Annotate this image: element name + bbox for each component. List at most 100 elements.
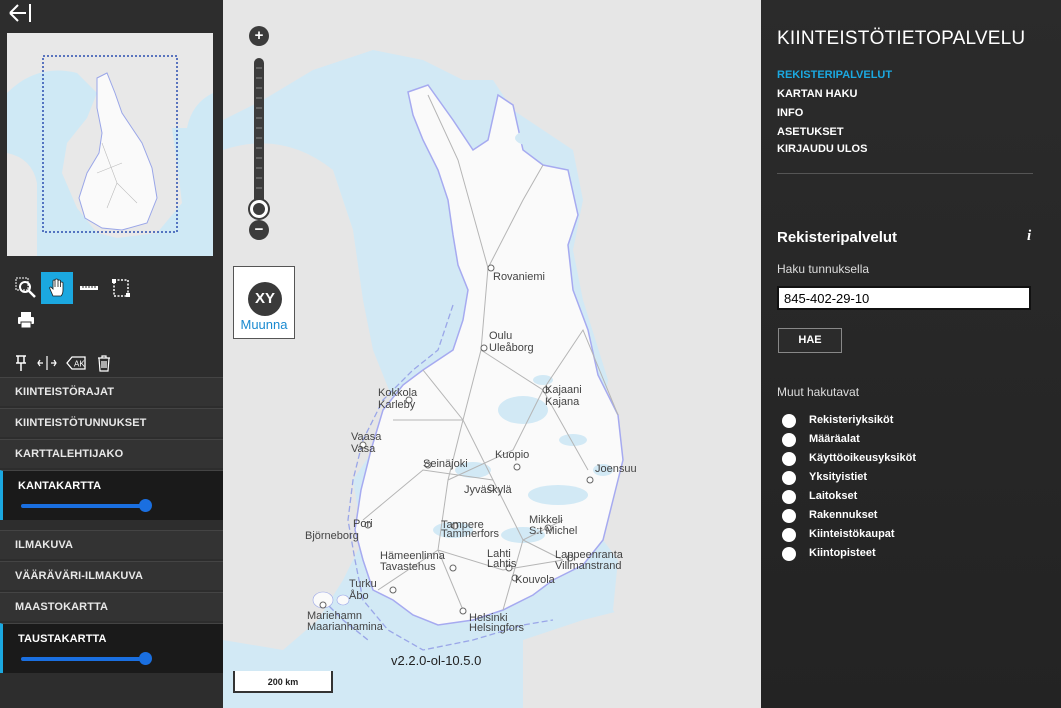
- city-label: Vaasa: [351, 431, 382, 443]
- city-label: Björneborg: [305, 530, 359, 542]
- radio-label: Laitokset: [809, 490, 858, 502]
- radio-button[interactable]: [782, 509, 796, 523]
- zoom-slider-track[interactable]: [254, 58, 264, 208]
- layer-maastokartta[interactable]: MAASTOKARTTA: [0, 592, 223, 621]
- map-canvas[interactable]: [223, 0, 761, 708]
- pin-icon[interactable]: [10, 350, 32, 376]
- layer-ilmakuva[interactable]: ILMAKUVA: [0, 530, 223, 559]
- city-label: Uleåborg: [489, 342, 534, 354]
- city-label: Seinäjoki: [423, 458, 468, 470]
- layer-label: TAUSTAKARTTA: [18, 633, 107, 645]
- city-label: Oulu: [489, 330, 513, 342]
- layer-kiinteistotunnukset[interactable]: KIINTEISTÖTUNNUKSET: [0, 408, 223, 437]
- trash-icon[interactable]: [93, 350, 115, 376]
- layer-label: KIINTEISTÖRAJAT: [15, 386, 115, 398]
- coordinate-convert-button[interactable]: XY Muunna: [233, 266, 295, 339]
- pan-hand-icon[interactable]: [41, 272, 73, 304]
- right-panel: KIINTEISTÖTIETOPALVELU REKISTERIPALVELUT…: [761, 0, 1061, 708]
- radio-label: Kiintopisteet: [809, 547, 876, 559]
- radio-button[interactable]: [782, 471, 796, 485]
- city-label: Kuopio: [495, 449, 530, 461]
- toolbar: [10, 272, 215, 334]
- radio-label: Käyttöoikeusyksiköt: [809, 452, 916, 464]
- city-label: Villmanstrand: [555, 560, 622, 572]
- city-label: Kokkola: [378, 387, 418, 399]
- city-label: Lahtis: [487, 558, 517, 570]
- city-label: Kajaani: [545, 384, 582, 396]
- print-icon[interactable]: [10, 304, 42, 336]
- city-label: Turku: [349, 578, 377, 590]
- version-label: v2.2.0-ol-10.5.0: [391, 653, 482, 668]
- radio-button[interactable]: [782, 547, 796, 561]
- radio-label: Rakennukset: [809, 509, 878, 521]
- slider-knob[interactable]: [139, 652, 152, 665]
- city-label: Pori: [353, 518, 373, 530]
- xy-icon: XY: [248, 282, 282, 316]
- other-search-label: Muut hakutavat: [777, 385, 860, 399]
- radio-label: Kiinteistökaupat: [809, 528, 895, 540]
- measure-line-icon[interactable]: [73, 272, 105, 304]
- menu-item-kirjaudu-ulos[interactable]: KIRJAUDU ULOS: [777, 143, 867, 155]
- left-panel: AK KIINTEISTÖRAJAT KIINTEISTÖTUNNUKSET K…: [0, 0, 223, 708]
- divider: [777, 173, 1033, 174]
- city-label: Joensuu: [595, 463, 637, 475]
- radio-button[interactable]: [782, 452, 796, 466]
- city-label: Åbo: [349, 590, 369, 602]
- xy-label: Muunna: [240, 317, 288, 332]
- layer-label: KANTAKARTTA: [18, 480, 102, 492]
- layer-label: MAASTOKARTTA: [15, 601, 109, 613]
- label-icon[interactable]: AK: [65, 350, 87, 376]
- zoom-slider-knob[interactable]: [250, 200, 268, 218]
- layer-karttalehtijako[interactable]: KARTTALEHTIJAKO: [0, 439, 223, 468]
- opacity-slider[interactable]: [21, 652, 152, 665]
- menu-item-info[interactable]: INFO: [777, 107, 803, 119]
- layer-kantakartta[interactable]: KANTAKARTTA: [0, 470, 223, 520]
- radio-label: Määräalat: [809, 433, 860, 445]
- layer-label: KARTTALEHTIJAKO: [15, 448, 124, 460]
- zoom-in-button[interactable]: +: [249, 26, 269, 46]
- city-label: Vasa: [351, 443, 376, 455]
- city-label: Jyväskylä: [464, 484, 512, 496]
- radio-label: Yksityistiet: [809, 471, 868, 483]
- overview-map[interactable]: [7, 33, 213, 256]
- opacity-slider[interactable]: [21, 499, 152, 512]
- property-id-input[interactable]: [777, 286, 1031, 310]
- radio-button[interactable]: [782, 490, 796, 504]
- city-label: Kajana: [545, 396, 580, 408]
- back-arrow-icon[interactable]: [8, 2, 34, 24]
- app-title: KIINTEISTÖTIETOPALVELU: [777, 28, 1026, 49]
- city-label: S:t Michel: [529, 525, 578, 537]
- radio-button[interactable]: [782, 414, 796, 428]
- layer-label: VÄÄRÄVÄRI-ILMAKUVA: [15, 570, 144, 582]
- radio-button[interactable]: [782, 528, 796, 542]
- layer-kiinteistorajat[interactable]: KIINTEISTÖRAJAT: [0, 377, 223, 406]
- split-measure-icon[interactable]: [36, 350, 58, 376]
- menu-item-kartan-haku[interactable]: KARTAN HAKU: [777, 88, 857, 100]
- search-button[interactable]: HAE: [778, 328, 842, 353]
- search-label: Haku tunnuksella: [777, 262, 870, 276]
- radio-label: Rekisteriyksiköt: [809, 414, 894, 426]
- layer-label: KIINTEISTÖTUNNUKSET: [15, 417, 147, 429]
- map-view[interactable]: Rovaniemi Oulu Uleåborg Kokkola Karleby …: [223, 0, 761, 708]
- toolbar-secondary: AK: [10, 350, 120, 376]
- select-area-icon[interactable]: [105, 272, 137, 304]
- section-title: Rekisteripalvelut: [777, 229, 898, 246]
- layer-taustakartta[interactable]: TAUSTAKARTTA: [0, 623, 223, 673]
- menu-item-rekisteripalvelut[interactable]: REKISTERIPALVELUT: [777, 69, 892, 81]
- city-label: Tammerfors: [441, 528, 500, 540]
- city-label: Kouvola: [515, 574, 555, 586]
- zoom-box-icon[interactable]: [10, 272, 42, 304]
- radio-button[interactable]: [782, 433, 796, 447]
- slider-knob[interactable]: [139, 499, 152, 512]
- zoom-out-button[interactable]: −: [249, 220, 269, 240]
- layer-vaaravari-ilmakuva[interactable]: VÄÄRÄVÄRI-ILMAKUVA: [0, 561, 223, 590]
- city-label: Rovaniemi: [493, 271, 545, 283]
- scale-bar: 200 km: [233, 671, 333, 693]
- info-icon[interactable]: i: [1027, 228, 1031, 245]
- label-icon-text: AK: [74, 360, 85, 369]
- city-label: Maarianhamina: [307, 621, 383, 633]
- city-label: Helsingfors: [469, 622, 525, 634]
- layer-label: ILMAKUVA: [15, 539, 74, 551]
- city-label: Karleby: [378, 399, 416, 411]
- menu-item-asetukset[interactable]: ASETUKSET: [777, 126, 844, 138]
